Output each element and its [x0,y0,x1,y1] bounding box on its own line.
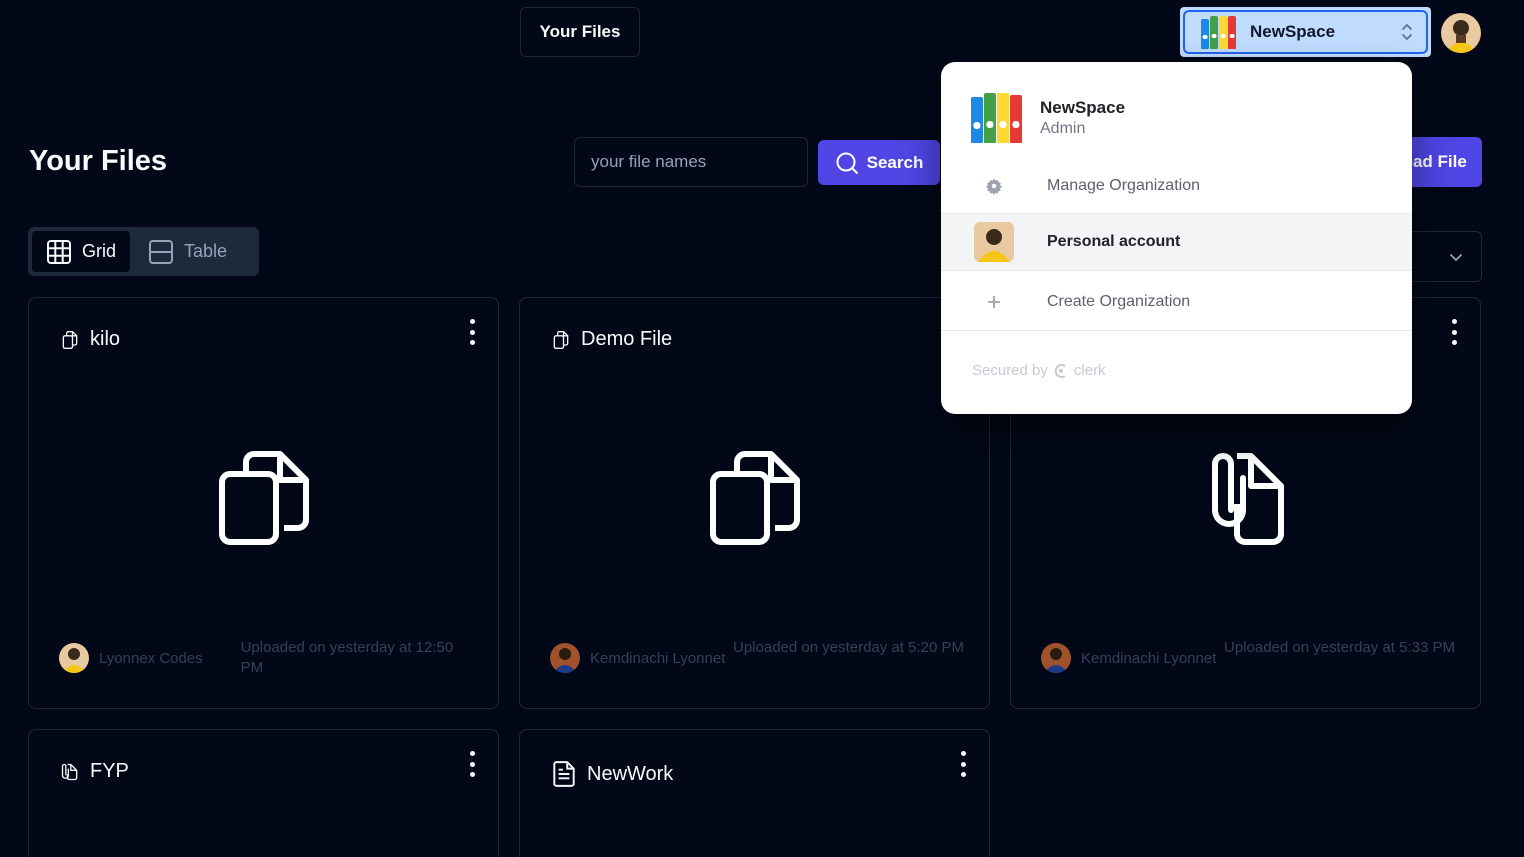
file-name: kilo [90,328,121,350]
file-name: Demo File [581,328,673,350]
upload-date: Uploaded on yesterday at 12:50 PM [240,639,454,676]
tab-table-label: Table [184,241,228,261]
paperclip-file-icon [1201,448,1291,553]
view-toggle: Grid Table [28,227,259,276]
search-button[interactable]: Search [818,140,940,185]
chevron-down-icon [1450,253,1462,261]
file-author: Kemdinachi Lyonnet [1081,649,1217,667]
file-card[interactable]: kilo Lyonnex Codes Uploaded on yesterday… [28,297,499,709]
more-vertical-icon[interactable] [1448,319,1460,345]
secured-by-label: Secured by [972,362,1048,379]
document-icon [553,761,575,787]
search-input[interactable] [574,137,808,187]
secured-by-footer: Secured by clerk [972,362,1106,379]
gear-icon [941,177,1047,195]
active-org-name: NewSpace [1040,98,1126,117]
table-icon [149,239,174,264]
tab-grid-label: Grid [82,241,117,261]
file-card[interactable]: FYP [28,729,499,857]
avatar [974,222,1014,262]
avatar [550,643,580,673]
tab-grid[interactable]: Grid [32,231,131,272]
file-card[interactable]: Demo File Kemdinachi Lyonnet Uploaded on… [519,297,990,709]
copy-icon [62,330,78,349]
nav-your-files-label: Your Files [539,22,621,41]
divider [941,330,1412,331]
chevron-up-down-icon [1400,20,1414,44]
clerk-logo-icon [1054,363,1066,378]
copy-icon [553,330,569,349]
file-author: Kemdinachi Lyonnet [590,649,726,667]
avatar [59,643,89,673]
org-dropdown: NewSpace Admin Manage Organization Perso… [941,62,1412,414]
avatar [1041,643,1071,673]
search-button-label: Search [866,152,924,172]
upload-date: Uploaded on yesterday at 5:20 PM [733,639,964,656]
search-icon [836,152,858,174]
file-author: Lyonnex Codes [99,649,203,667]
more-vertical-icon[interactable] [466,751,478,777]
plus-icon [941,295,1047,309]
file-name: NewWork [587,762,674,785]
org-logo-icon [971,93,1022,143]
personal-account-label: Personal account [1047,233,1181,250]
copy-icon [216,448,312,553]
clerk-brand-label: clerk [1073,362,1106,379]
manage-organization-button[interactable]: Manage Organization [941,157,1412,215]
create-organization-button[interactable]: Create Organization [941,273,1412,331]
page-title: Your Files [29,145,168,177]
copy-icon [707,448,803,553]
file-name: FYP [90,760,129,782]
file-card[interactable]: NewWork [519,729,990,857]
paperclip-file-icon [61,763,78,780]
org-switcher-label: NewSpace [1250,22,1336,41]
active-org-role: Admin [1040,120,1086,137]
active-organization: NewSpace Admin [971,93,1125,143]
create-organization-label: Create Organization [1047,293,1191,310]
org-switcher[interactable]: NewSpace [1180,7,1431,57]
user-avatar[interactable] [1441,13,1481,53]
manage-organization-label: Manage Organization [1047,177,1200,194]
upload-date: Uploaded on yesterday at 5:33 PM [1224,639,1455,656]
tab-table[interactable]: Table [134,231,241,272]
more-vertical-icon[interactable] [957,751,969,777]
nav-your-files[interactable]: Your Files [520,7,640,57]
personal-account-item[interactable]: Personal account [941,213,1412,271]
more-vertical-icon[interactable] [466,319,478,345]
grid-icon [47,239,71,264]
org-logo-icon [1201,15,1236,49]
